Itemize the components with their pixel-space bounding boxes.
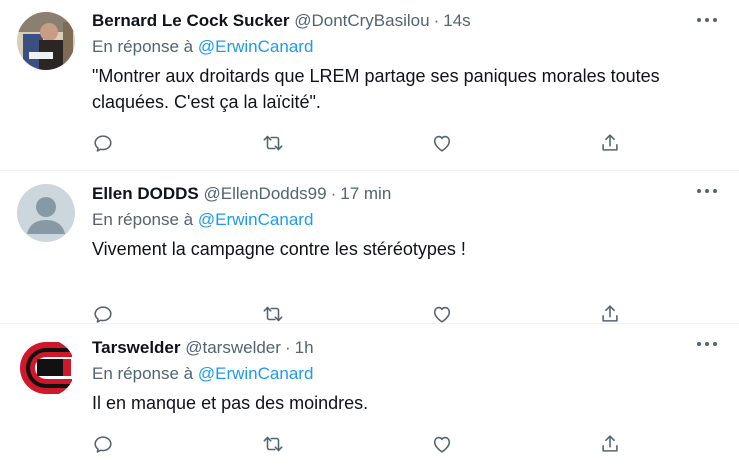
reply-mention-link[interactable]: @ErwinCanard xyxy=(198,37,314,56)
more-options-icon[interactable] xyxy=(697,338,721,350)
share-icon[interactable] xyxy=(599,132,621,154)
avatar[interactable] xyxy=(17,339,75,397)
like-icon[interactable] xyxy=(431,132,453,154)
avatar[interactable] xyxy=(17,12,75,70)
tweet-text-line: "Montrer aux droitards que LREM partage … xyxy=(92,66,660,86)
user-handle[interactable]: @EllenDodds99 xyxy=(203,184,326,203)
tweet-header: Ellen DODDS @EllenDodds99 · 17 min xyxy=(92,183,727,205)
retweet-icon[interactable] xyxy=(262,303,284,325)
tweet-text: Il en manque et pas des moindres. xyxy=(92,390,692,416)
tweet-text-line: Il en manque et pas des moindres. xyxy=(92,393,369,413)
tweet[interactable]: Bernard Le Cock Sucker @DontCryBasilou · 1… xyxy=(0,0,739,171)
reply-prefix: En réponse à xyxy=(92,364,194,383)
reply-mention-link[interactable]: @ErwinCanard xyxy=(198,210,314,229)
tweet-text-line: claquées. C'est ça la laïcité". xyxy=(92,92,321,112)
reply-icon[interactable] xyxy=(92,303,114,325)
tweet-header: Bernard Le Cock Sucker @DontCryBasilou · 1… xyxy=(92,10,727,32)
reply-context: En réponse à @ErwinCanard xyxy=(92,363,727,385)
share-icon[interactable] xyxy=(599,433,621,455)
separator-dot: · xyxy=(284,338,291,357)
reply-mention-link[interactable]: @ErwinCanard xyxy=(198,364,314,383)
tweet-text: Vivement la campagne contre les stéréoty… xyxy=(92,236,692,262)
tweet-time[interactable]: 17 min xyxy=(340,184,391,203)
tweet-time[interactable]: 1h xyxy=(295,338,314,357)
avatar[interactable] xyxy=(17,184,75,242)
user-name[interactable]: Bernard Le Cock Sucker xyxy=(92,11,289,30)
tweet-text: "Montrer aux droitards que LREM partage … xyxy=(92,63,692,115)
reply-icon[interactable] xyxy=(92,132,114,154)
more-options-icon[interactable] xyxy=(697,185,721,197)
reply-prefix: En réponse à xyxy=(92,210,194,229)
user-name[interactable]: Ellen DODDS xyxy=(92,184,199,203)
reply-prefix: En réponse à xyxy=(92,37,194,56)
reply-icon[interactable] xyxy=(92,433,114,455)
retweet-icon[interactable] xyxy=(262,433,284,455)
tweet-actions xyxy=(92,132,632,156)
more-options-icon[interactable] xyxy=(697,14,721,26)
tweet-actions xyxy=(92,433,632,457)
retweet-icon[interactable] xyxy=(262,132,284,154)
reply-context: En réponse à @ErwinCanard xyxy=(92,209,727,231)
user-handle[interactable]: @tarswelder xyxy=(185,338,281,357)
like-icon[interactable] xyxy=(431,303,453,325)
tweet-text-line: Vivement la campagne contre les stéréoty… xyxy=(92,239,466,259)
user-name[interactable]: Tarswelder xyxy=(92,338,181,357)
reply-context: En réponse à @ErwinCanard xyxy=(92,36,727,58)
tweet[interactable]: Ellen DODDS @EllenDodds99 · 17 min En répo… xyxy=(0,171,739,324)
user-handle[interactable]: @DontCryBasilou xyxy=(294,11,429,30)
separator-dot: · xyxy=(433,11,440,30)
separator-dot: · xyxy=(330,184,337,203)
tweet[interactable]: Tarswelder @tarswelder · 1h En réponse à @… xyxy=(0,324,739,468)
tweet-time[interactable]: 14s xyxy=(443,11,470,30)
like-icon[interactable] xyxy=(431,433,453,455)
tweet-header: Tarswelder @tarswelder · 1h xyxy=(92,337,727,359)
share-icon[interactable] xyxy=(599,303,621,325)
